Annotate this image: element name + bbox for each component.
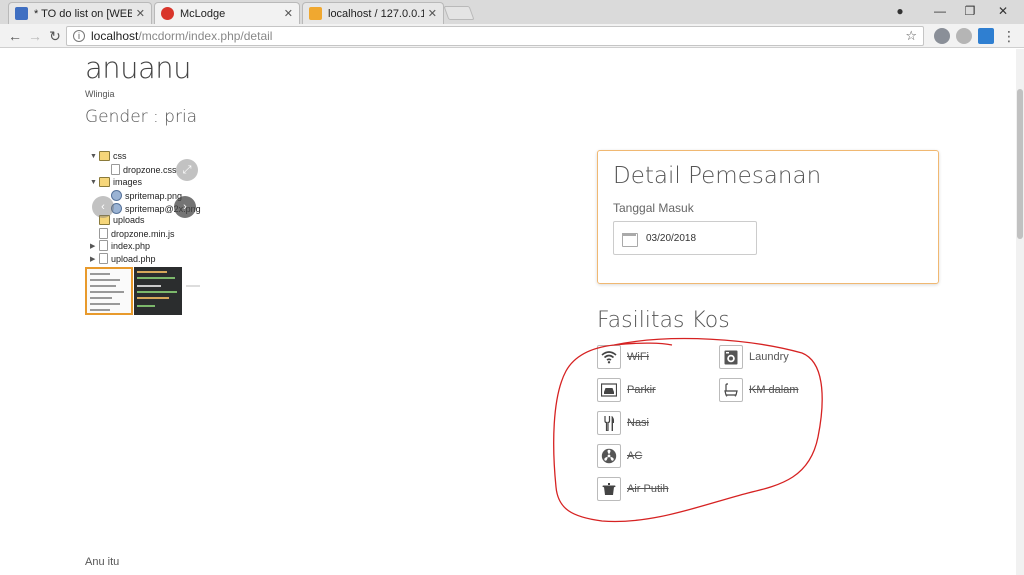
facility-nasi: Nasi bbox=[597, 411, 649, 435]
date-label: Tanggal Masuk bbox=[613, 201, 694, 215]
close-tab-icon[interactable]: ✕ bbox=[428, 7, 437, 20]
gallery-main-image[interactable]: ▼ css dropzone.css ▼ images spritemap.png … bbox=[85, 145, 210, 264]
tab-phpmyadmin[interactable]: localhost / 127.0.0.1 / m ✕ bbox=[302, 2, 444, 24]
tree-label: css bbox=[113, 151, 127, 161]
tree-label: upload.php bbox=[111, 253, 156, 264]
facility-label: Air Putih bbox=[627, 483, 669, 495]
utensils-icon bbox=[597, 411, 621, 435]
url-host: localhost bbox=[91, 29, 139, 43]
extension-icon[interactable] bbox=[934, 28, 950, 44]
tab-mclodge[interactable]: McLodge ✕ bbox=[154, 2, 300, 24]
reload-button[interactable]: ↻ bbox=[46, 27, 64, 45]
expand-icon[interactable]: ⤢ bbox=[176, 159, 198, 181]
address-bar[interactable]: i localhost /mcdorm/index.php/detail ☆ bbox=[66, 26, 924, 46]
washing-machine-icon bbox=[719, 345, 743, 369]
tab-title: localhost / 127.0.0.1 / m bbox=[328, 7, 424, 20]
tree-label: images bbox=[113, 177, 143, 187]
folder-icon bbox=[99, 151, 110, 161]
url-path: /mcdorm/index.php/detail bbox=[138, 29, 273, 43]
phpmyadmin-icon bbox=[309, 7, 322, 20]
previous-image-button[interactable]: ‹ bbox=[92, 196, 114, 218]
tab-todo-list[interactable]: * TO do list on [WEB] Ko ✕ bbox=[8, 2, 152, 24]
detail-pemesanan-panel: Detail Pemesanan Tanggal Masuk 03/20/201… bbox=[597, 150, 939, 284]
scrollbar-thumb[interactable] bbox=[1017, 89, 1023, 239]
info-icon[interactable]: i bbox=[73, 30, 85, 42]
bookmark-star-icon[interactable]: ☆ bbox=[905, 28, 917, 44]
tree-label: index.php bbox=[111, 240, 151, 251]
browser-toolbar: ← → ↻ i localhost /mcdorm/index.php/deta… bbox=[0, 24, 1024, 48]
facility-wifi: WiFi bbox=[597, 345, 649, 369]
page-content: anuanu Wlingia Gender : pria ▼ css dropzo… bbox=[0, 49, 1024, 575]
water-pot-icon bbox=[597, 477, 621, 501]
minimize-button[interactable]: — bbox=[925, 0, 955, 22]
file-icon bbox=[99, 228, 108, 239]
facility-label: Laundry bbox=[749, 351, 789, 363]
tree-label: dropzone.css bbox=[123, 164, 177, 175]
footer-text: Anu itu bbox=[85, 556, 120, 568]
facility-parkir: Parkir bbox=[597, 378, 656, 402]
forward-button[interactable]: → bbox=[26, 27, 44, 45]
facility-label: KM dalam bbox=[749, 384, 799, 396]
detail-title: Detail Pemesanan bbox=[613, 163, 822, 189]
tree-label: uploads bbox=[113, 215, 145, 225]
close-tab-icon[interactable]: ✕ bbox=[284, 7, 293, 20]
facility-label: Nasi bbox=[627, 417, 650, 429]
globe-extension-icon[interactable] bbox=[956, 28, 972, 44]
date-value: 03/20/2018 bbox=[646, 232, 697, 244]
facility-label: AC bbox=[627, 450, 643, 462]
folder-icon bbox=[99, 177, 110, 187]
s-extension-icon[interactable] bbox=[978, 28, 994, 44]
gallery-thumbnail[interactable] bbox=[134, 267, 182, 315]
gallery-thumbnails bbox=[85, 267, 211, 315]
facility-laundry: Laundry bbox=[719, 345, 789, 369]
next-image-button[interactable]: › bbox=[174, 196, 196, 218]
kos-location: Wlingia bbox=[85, 89, 115, 99]
file-icon bbox=[99, 253, 108, 264]
calendar-icon bbox=[622, 231, 638, 247]
back-button[interactable]: ← bbox=[6, 27, 24, 45]
fasilitas-title: Fasilitas Kos bbox=[597, 308, 730, 333]
close-tab-icon[interactable]: ✕ bbox=[136, 7, 145, 20]
facility-km-dalam: KM dalam bbox=[719, 378, 799, 402]
page-scrollbar[interactable] bbox=[1016, 49, 1024, 575]
file-icon bbox=[111, 164, 120, 175]
car-icon bbox=[597, 378, 621, 402]
menu-icon[interactable]: ⋮ bbox=[1000, 27, 1018, 45]
profile-icon[interactable]: ● bbox=[885, 0, 915, 22]
mclodge-favicon-icon bbox=[161, 7, 174, 20]
file-icon bbox=[99, 240, 108, 251]
tree-label: dropzone.min.js bbox=[111, 228, 175, 239]
gallery-thumbnail[interactable] bbox=[85, 267, 133, 315]
facility-ac: AC bbox=[597, 444, 642, 468]
trello-icon bbox=[15, 7, 28, 20]
tab-title: McLodge bbox=[180, 7, 226, 20]
close-window-button[interactable]: ✕ bbox=[988, 0, 1018, 22]
facility-label: Parkir bbox=[627, 384, 656, 396]
check-in-date-input[interactable]: 03/20/2018 bbox=[613, 221, 757, 255]
fan-icon bbox=[597, 444, 621, 468]
facility-label: WiFi bbox=[627, 351, 649, 363]
image-file-icon bbox=[111, 190, 122, 201]
bathtub-icon bbox=[719, 378, 743, 402]
new-tab-button[interactable] bbox=[443, 6, 475, 20]
gallery-thumbnail[interactable] bbox=[183, 267, 211, 315]
maximize-button[interactable]: ❐ bbox=[955, 0, 985, 22]
kos-name: anuanu bbox=[85, 51, 192, 85]
tree-label: spritemap.png bbox=[125, 190, 183, 201]
facility-air-putih: Air Putih bbox=[597, 477, 669, 501]
tab-title: * TO do list on [WEB] Ko bbox=[34, 7, 132, 20]
kos-gender: Gender : pria bbox=[85, 107, 198, 127]
browser-tab-strip: * TO do list on [WEB] Ko ✕ McLodge ✕ loc… bbox=[0, 0, 1024, 24]
wifi-icon bbox=[597, 345, 621, 369]
